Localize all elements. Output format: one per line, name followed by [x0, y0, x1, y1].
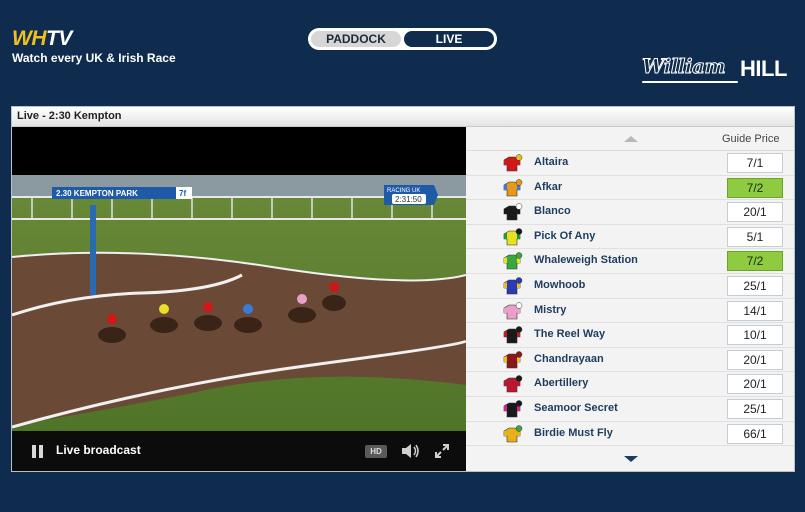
- jockey-silk-icon: [503, 178, 523, 196]
- guide-price-header: Guide Price: [722, 133, 780, 145]
- jockey-silk-icon: [503, 228, 523, 246]
- runner-row: Chandrayaan 20/1: [466, 348, 794, 373]
- odds-button[interactable]: 20/1: [727, 349, 783, 370]
- runner-row: Birdie Must Fly 66/1: [466, 422, 794, 447]
- odds-button[interactable]: 25/1: [727, 275, 783, 296]
- runners-list: Guide Price Altaira 7/1 Afkar 7/2 Blanco 20/1…: [466, 127, 794, 471]
- fullscreen-icon[interactable]: [434, 443, 450, 459]
- odds-button[interactable]: 5/1: [727, 226, 783, 247]
- odds-button[interactable]: 66/1: [727, 423, 783, 444]
- odds-button[interactable]: 7/2: [727, 177, 783, 198]
- runner-name: The Reel Way: [534, 328, 606, 341]
- race-video-feed: 2.30 KEMPTON PARK 7f RACING UK 2:31:50: [12, 175, 466, 431]
- video-player[interactable]: 2.30 KEMPTON PARK 7f RACING UK 2:31:50 L…: [12, 127, 466, 471]
- tab-paddock[interactable]: PADDOCK: [311, 31, 401, 47]
- runner-row: Blanco 20/1: [466, 200, 794, 225]
- tab-live[interactable]: LIVE: [404, 31, 494, 47]
- jockey-silk-icon: [503, 375, 523, 393]
- runner-row: Whaleweigh Station 7/2: [466, 249, 794, 274]
- jockey-silk-icon: [503, 351, 523, 369]
- odds-button[interactable]: 14/1: [727, 300, 783, 321]
- odds-button[interactable]: 10/1: [727, 325, 783, 346]
- odds-button[interactable]: 20/1: [727, 202, 783, 223]
- scroll-up-icon[interactable]: [624, 136, 638, 142]
- runner-row: The Reel Way 10/1: [466, 323, 794, 348]
- runner-row: Altaira 7/1: [466, 151, 794, 176]
- panel-title: Live - 2:30 Kempton: [12, 107, 794, 127]
- race-distance: 7f: [179, 189, 186, 198]
- runner-name: Mowhoob: [534, 278, 586, 291]
- brand-tagline: Watch every UK & Irish Race: [12, 51, 176, 65]
- odds-button[interactable]: 7/1: [727, 153, 783, 173]
- pause-icon[interactable]: [32, 445, 44, 458]
- view-toggle: PADDOCK LIVE: [308, 28, 497, 50]
- runner-row: Seamoor Secret 25/1: [466, 397, 794, 422]
- odds-button[interactable]: 20/1: [727, 374, 783, 395]
- runner-row: Pick Of Any 5/1: [466, 225, 794, 250]
- runner-name: Mistry: [534, 303, 567, 316]
- runner-row: Mistry 14/1: [466, 299, 794, 324]
- runner-name: Chandrayaan: [534, 352, 604, 365]
- runner-name: Birdie Must Fly: [534, 426, 613, 439]
- runner-row: Afkar 7/2: [466, 176, 794, 201]
- runner-name: Whaleweigh Station: [534, 254, 638, 267]
- jockey-silk-icon: [503, 203, 523, 221]
- runner-name: Blanco: [534, 205, 571, 218]
- runners-header: Guide Price: [466, 127, 794, 151]
- runner-row: Mowhoob 25/1: [466, 274, 794, 299]
- jockey-silk-icon: [503, 400, 523, 418]
- jockey-silk-icon: [503, 154, 523, 172]
- jockey-silk-icon: [503, 252, 523, 270]
- runner-row: Abertillery 20/1: [466, 372, 794, 397]
- runner-name: Abertillery: [534, 377, 589, 390]
- runner-name: Altaira: [534, 156, 569, 168]
- william-hill-logo: William HILL: [641, 54, 787, 83]
- channel-tag: RACING UK: [387, 188, 420, 194]
- volume-icon[interactable]: [401, 443, 421, 459]
- jockey-silk-icon: [503, 424, 523, 442]
- runner-name: Pick Of Any: [534, 229, 596, 242]
- race-clock: 2:31:50: [395, 195, 422, 204]
- hd-toggle[interactable]: HD: [365, 445, 387, 458]
- odds-button[interactable]: 25/1: [727, 398, 783, 419]
- odds-button[interactable]: 7/2: [727, 251, 783, 272]
- race-panel: Live - 2:30 Kempton 2.30 KEMPTON PARK 7f…: [11, 106, 795, 472]
- runner-name: Seamoor Secret: [534, 401, 618, 414]
- jockey-silk-icon: [503, 326, 523, 344]
- race-caption: 2.30 KEMPTON PARK: [56, 189, 138, 198]
- broadcast-status: Live broadcast: [56, 443, 141, 457]
- whtv-logo: WHTV: [12, 27, 72, 50]
- whtv-brand: WHTV Watch every UK & Irish Race: [12, 27, 176, 66]
- jockey-silk-icon: [503, 277, 523, 295]
- scroll-down-icon[interactable]: [624, 456, 638, 462]
- runner-name: Afkar: [534, 180, 563, 193]
- player-controls: Live broadcast HD: [12, 431, 466, 471]
- jockey-silk-icon: [503, 301, 523, 319]
